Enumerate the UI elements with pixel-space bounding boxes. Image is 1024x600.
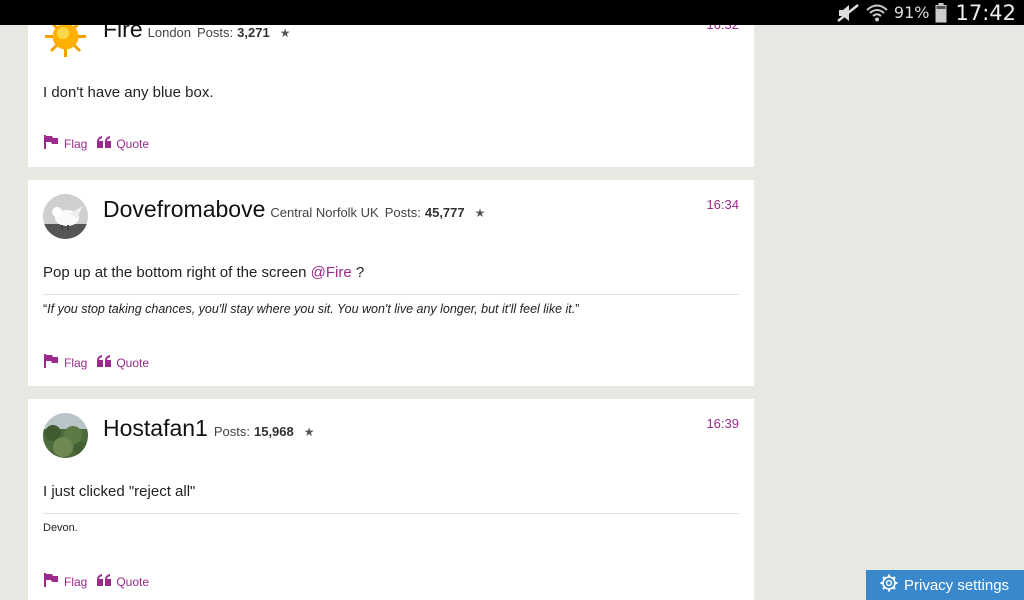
signature: Devon. [43, 522, 78, 534]
flag-icon [43, 354, 59, 371]
forum-post: Dovefromabove Central Norfolk UK Posts: … [28, 180, 754, 386]
flag-icon [43, 135, 59, 152]
posts-label: Posts: [213, 424, 250, 439]
battery-icon [935, 2, 947, 23]
signature-close-quote: ” [575, 302, 580, 316]
quote-label: Quote [116, 355, 150, 370]
post-body-text-end: ? [351, 264, 365, 281]
post-author: Dovefromabove Central Norfolk UK Posts: … [103, 196, 485, 223]
flag-button[interactable]: Flag [43, 354, 87, 371]
forum-post: Fire London Posts: 3,271 ★ 16:32 I don't… [28, 0, 754, 167]
post-time[interactable]: 16:39 [706, 416, 739, 431]
flag-label: Flag [64, 136, 88, 151]
dove-avatar[interactable] [43, 194, 88, 239]
flag-button[interactable]: Flag [43, 135, 87, 152]
author-name[interactable]: Dovefromabove [103, 196, 265, 223]
flag-icon [43, 573, 59, 590]
status-clock: 17:42 [955, 0, 1016, 25]
quote-button[interactable]: Quote [97, 574, 149, 589]
flag-button[interactable]: Flag [43, 573, 87, 590]
posts-count: 15,968 [253, 424, 294, 439]
post-body-text: Pop up at the bottom right of the screen [43, 264, 311, 281]
post-time[interactable]: 16:34 [706, 197, 739, 212]
status-bar: 91% 17:42 [0, 0, 1024, 25]
post-actions: Flag Quote [43, 573, 149, 590]
privacy-settings-label: Privacy settings [904, 576, 1010, 594]
author-location: Central Norfolk UK [270, 205, 379, 220]
signature-text: If you stop taking chances, you'll stay … [47, 302, 576, 316]
quote-label: Quote [116, 574, 150, 589]
battery-percent: 91% [893, 3, 930, 22]
signature-divider [43, 294, 739, 295]
posts-label: Posts: [384, 205, 421, 220]
author-location: London [147, 25, 192, 40]
signature-divider [43, 513, 739, 514]
star-icon: ★ [303, 425, 315, 439]
post-body: Pop up at the bottom right of the screen… [43, 264, 364, 281]
flag-label: Flag [64, 574, 88, 589]
quote-label: Quote [116, 136, 150, 151]
flag-label: Flag [64, 355, 88, 370]
quote-button[interactable]: Quote [97, 355, 149, 370]
posts-count: 45,777 [424, 205, 465, 220]
forum-post: Hostafan1 Posts: 15,968 ★ 16:39 I just c… [28, 399, 754, 600]
star-icon: ★ [279, 26, 291, 40]
privacy-settings-button[interactable]: Privacy settings [866, 570, 1024, 600]
quote-icon [97, 574, 112, 589]
wifi-icon [866, 3, 888, 23]
post-actions: Flag Quote [43, 354, 149, 371]
signature: “If you stop taking chances, you'll stay… [43, 302, 579, 316]
posts-label: Posts: [197, 25, 234, 40]
post-body: I just clicked "reject all" [43, 483, 196, 500]
author-name[interactable]: Hostafan1 [103, 415, 208, 442]
post-author: Hostafan1 Posts: 15,968 ★ [103, 415, 315, 442]
gear-icon [880, 574, 898, 596]
garden-avatar[interactable] [43, 413, 88, 458]
star-icon: ★ [474, 206, 486, 220]
quote-icon [97, 355, 112, 370]
mute-icon [836, 3, 860, 23]
post-actions: Flag Quote [43, 135, 149, 152]
post-body: I don't have any blue box. [43, 84, 214, 101]
mention-link[interactable]: @Fire [311, 264, 352, 281]
quote-icon [97, 136, 112, 151]
quote-button[interactable]: Quote [97, 136, 149, 151]
posts-count: 3,271 [237, 25, 270, 40]
